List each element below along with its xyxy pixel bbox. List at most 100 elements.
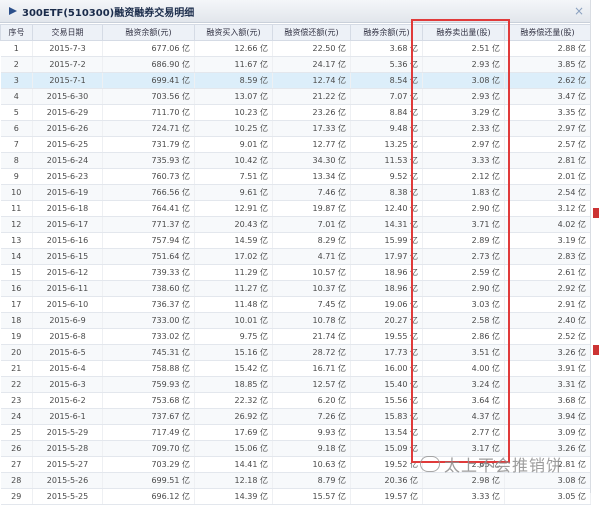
- table-cell: 2015-6-5: [32, 344, 103, 361]
- table-cell: 3.68 亿: [504, 392, 591, 409]
- table-cell: 15.56 亿: [350, 392, 423, 409]
- table-row[interactable]: 1 2015-7-3 677.06 亿 12.66 亿 22.50 亿 3.68 亿 2.5…: [0, 40, 591, 57]
- column-header[interactable]: 融资买入额(元): [194, 24, 273, 41]
- table-cell: 19.55 亿: [350, 328, 423, 345]
- table-cell: 17.69 亿: [194, 424, 273, 441]
- table-cell: 2015-6-26: [32, 120, 103, 137]
- column-header[interactable]: 融资偿还额(元): [272, 24, 351, 41]
- table-cell: 2.40 亿: [504, 312, 591, 329]
- table-cell: 13.25 亿: [350, 136, 423, 153]
- table-cell: 13.34 亿: [272, 168, 351, 185]
- table-row[interactable]: 12 2015-6-17 771.37 亿 20.43 亿 7.01 亿 14.31 亿3…: [0, 216, 591, 233]
- table-cell: 18.96 亿: [350, 264, 423, 281]
- table-row[interactable]: 11 2015-6-18 764.41 亿 12.91 亿 19.87 亿 12.40 亿…: [0, 200, 591, 217]
- table-cell: 17.73 亿: [350, 344, 423, 361]
- table-cell: 3.12 亿: [504, 200, 591, 217]
- table-row[interactable]: 7 2015-6-25 731.79 亿 9.01 亿 12.77 亿 13.25 亿 2.…: [0, 136, 591, 153]
- table-cell: 2.73 亿: [422, 248, 505, 265]
- edge-marker: [593, 345, 599, 355]
- table-cell: 12.91 亿: [194, 200, 273, 217]
- table-cell: 7.01 亿: [272, 216, 351, 233]
- panel-title-bar: 300ETF(510300)融资融券交易明细 ×: [0, 0, 590, 23]
- table-cell: 12: [0, 216, 33, 233]
- table-cell: 10.25 亿: [194, 120, 273, 137]
- table-cell: 724.71 亿: [102, 120, 195, 137]
- table-cell: 23.26 亿: [272, 104, 351, 121]
- table-cell: 11.48 亿: [194, 296, 273, 313]
- table-cell: 3.29 亿: [422, 104, 505, 121]
- table-cell: 14.59 亿: [194, 232, 273, 249]
- table-cell: 8.79 亿: [272, 472, 351, 489]
- table-row[interactable]: 13 2015-6-16 757.94 亿 14.59 亿 8.29 亿 15.99 亿2…: [0, 232, 591, 249]
- table-cell: 2015-6-17: [32, 216, 103, 233]
- table-row[interactable]: 6 2015-6-26 724.71 亿 10.25 亿 17.33 亿 9.48 亿 2.…: [0, 120, 591, 137]
- table-cell: 3.03 亿: [422, 296, 505, 313]
- table-row[interactable]: 5 2015-6-29 711.70 亿 10.23 亿 23.26 亿 8.84 亿 3.…: [0, 104, 591, 121]
- table-row[interactable]: 15 2015-6-12 739.33 亿 11.29 亿 10.57 亿 18.96 亿…: [0, 264, 591, 281]
- table-cell: 2015-6-2: [32, 392, 103, 409]
- table-cell: 9.48 亿: [350, 120, 423, 137]
- panel-title: 300ETF(510300)融资融券交易明细: [22, 7, 195, 19]
- table-row[interactable]: 14 2015-6-15 751.64 亿 17.02 亿 4.71 亿 17.97 亿2…: [0, 248, 591, 265]
- table-cell: 15: [0, 264, 33, 281]
- table-row[interactable]: 23 2015-6-2 753.68 亿 22.32 亿 6.20 亿 15.56 亿 3.…: [0, 392, 591, 409]
- table-cell: 759.93 亿: [102, 376, 195, 393]
- table-row[interactable]: 2 2015-7-2 686.90 亿 11.67 亿 24.17 亿 5.36 亿 2.9…: [0, 56, 591, 73]
- table-row[interactable]: 10 2015-6-19 766.56 亿 9.61 亿 7.46 亿 8.38 亿 1.8…: [0, 184, 591, 201]
- adjacent-panel-edge: [590, 0, 600, 493]
- table-cell: 739.33 亿: [102, 264, 195, 281]
- table-row[interactable]: 25 2015-5-29 717.49 亿 17.69 亿 9.93 亿 13.54 亿2…: [0, 424, 591, 441]
- table-cell: 19: [0, 328, 33, 345]
- table-cell: 3.31 亿: [504, 376, 591, 393]
- table-cell: 2.92 亿: [504, 280, 591, 297]
- table-row[interactable]: 18 2015-6-9 733.00 亿 10.01 亿 10.78 亿 20.27 亿2…: [0, 312, 591, 329]
- table-cell: 758.88 亿: [102, 360, 195, 377]
- column-header[interactable]: 序号: [0, 24, 33, 41]
- table-cell: 2015-5-26: [32, 472, 103, 489]
- table-cell: 703.56 亿: [102, 88, 195, 105]
- table-cell: 2.97 亿: [504, 120, 591, 137]
- table-cell: 2.12 亿: [422, 168, 505, 185]
- table-cell: 2.86 亿: [422, 328, 505, 345]
- column-header[interactable]: 交易日期: [32, 24, 103, 41]
- table-row[interactable]: 4 2015-6-30 703.56 亿 13.07 亿 21.22 亿 7.07 亿 2.…: [0, 88, 591, 105]
- column-header[interactable]: 融资余额(元): [102, 24, 195, 41]
- table-row[interactable]: 8 2015-6-24 735.93 亿 10.42 亿 34.30 亿 11.53 亿3…: [0, 152, 591, 169]
- table-cell: 15.42 亿: [194, 360, 273, 377]
- table-row[interactable]: 20 2015-6-5 745.31 亿 15.16 亿 28.72 亿 17.73 亿3…: [0, 344, 591, 361]
- table-cell: 9: [0, 168, 33, 185]
- watermark: 太上不会推销饼: [420, 452, 563, 476]
- table-row[interactable]: 29 2015-5-25 696.12 亿 14.39 亿 15.57 亿 19.57 亿…: [0, 488, 591, 505]
- table-row[interactable]: 22 2015-6-3 759.93 亿 18.85 亿 12.57 亿 15.40 亿3…: [0, 376, 591, 393]
- column-header[interactable]: 融券余额(元): [350, 24, 423, 41]
- table-cell: 709.70 亿: [102, 440, 195, 457]
- table-row[interactable]: 17 2015-6-10 736.37 亿 11.48 亿 7.45 亿 19.06 亿3…: [0, 296, 591, 313]
- column-header[interactable]: 融券卖出量(股): [422, 24, 505, 41]
- table-row[interactable]: 24 2015-6-1 737.67 亿 26.92 亿 7.26 亿 15.83 亿 4.…: [0, 408, 591, 425]
- table-row[interactable]: 16 2015-6-11 738.60 亿 11.27 亿 10.37 亿 18.96 亿…: [0, 280, 591, 297]
- table-row[interactable]: 21 2015-6-4 758.88 亿 15.42 亿 16.71 亿 16.00 亿4…: [0, 360, 591, 377]
- table-cell: 11.67 亿: [194, 56, 273, 73]
- table-row[interactable]: 9 2015-6-23 760.73 亿 7.51 亿 13.34 亿 9.52 亿 2.1…: [0, 168, 591, 185]
- table-row[interactable]: 19 2015-6-8 733.02 亿 9.75 亿 21.74 亿 19.55 亿 2.…: [0, 328, 591, 345]
- table-row[interactable]: 3 2015-7-1 699.41 亿 8.59 亿 12.74 亿 8.54 亿 3.08…: [0, 72, 591, 89]
- column-header[interactable]: 融券偿还量(股): [504, 24, 591, 41]
- table-cell: 16: [0, 280, 33, 297]
- table-cell: 18.85 亿: [194, 376, 273, 393]
- table-cell: 7.46 亿: [272, 184, 351, 201]
- table-cell: 2015-6-23: [32, 168, 103, 185]
- table-cell: 21.74 亿: [272, 328, 351, 345]
- table-cell: 26.92 亿: [194, 408, 273, 425]
- table-cell: 4.00 亿: [422, 360, 505, 377]
- table-cell: 2015-6-18: [32, 200, 103, 217]
- table-cell: 2.89 亿: [422, 232, 505, 249]
- table-cell: 2.57 亿: [504, 136, 591, 153]
- close-icon[interactable]: ×: [574, 4, 584, 18]
- table-cell: 760.73 亿: [102, 168, 195, 185]
- table-cell: 28: [0, 472, 33, 489]
- table-cell: 8.84 亿: [350, 104, 423, 121]
- table-cell: 8.38 亿: [350, 184, 423, 201]
- table-cell: 3.51 亿: [422, 344, 505, 361]
- table-cell: 686.90 亿: [102, 56, 195, 73]
- table-cell: 8.29 亿: [272, 232, 351, 249]
